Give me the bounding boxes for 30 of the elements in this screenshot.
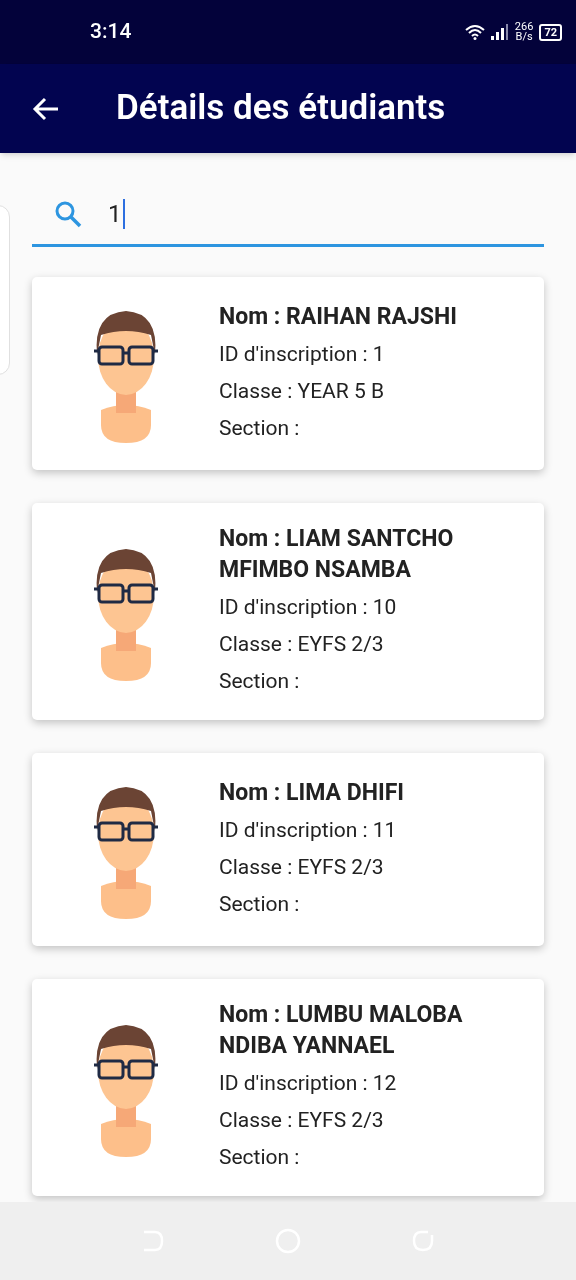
student-class: Classe : EYFS 2/3 xyxy=(219,1107,385,1134)
app-bar-title: Détails des étudiants xyxy=(116,86,446,131)
student-class: Classe : EYFS 2/3 xyxy=(219,853,385,881)
student-id: ID d'inscription : 10 xyxy=(219,594,398,621)
student-card[interactable]: Nom : LIAM SANTCHO MFIMBO NSAMBA ID d'inscription : 10 Classe : EYFS 2/3 Section : xyxy=(32,503,544,720)
student-card[interactable]: Nom : LUMBU MALOBA NDIBA YANNAEL ID d'inscription : 12 Classe : EYFS 2/3 Section : xyxy=(32,979,544,1196)
status-time: 3:14 xyxy=(90,18,132,46)
student-name: Nom : LIAM SANTCHO MFIMBO NSAMBA xyxy=(219,524,455,585)
student-card[interactable]: Nom : RAIHAN RAJSHI ID d'inscription : 1 Classe : YEAR 5 B Section : xyxy=(32,277,544,470)
student-id: ID d'inscription : 1 xyxy=(219,340,386,368)
student-name: Nom : LUMBU MALOBA NDIBA YANNAEL xyxy=(219,1000,464,1061)
student-id: ID d'inscription : 12 xyxy=(219,1070,398,1097)
student-section: Section : xyxy=(219,409,519,447)
search-icon xyxy=(54,199,82,228)
student-card[interactable]: Nom : LIMA DHIFI ID d'inscription : 11 Classe : EYFS 2/3 Section : xyxy=(32,753,544,946)
search-field[interactable]: 1 xyxy=(32,183,544,247)
student-section: Section : xyxy=(219,1139,519,1176)
network-speed: 266 xyxy=(514,22,534,32)
student-section: Section : xyxy=(219,663,519,700)
speed-unit: B/s xyxy=(515,32,533,42)
student-name: Nom : LIMA DHIFI xyxy=(219,777,405,808)
student-section: Section : xyxy=(219,885,519,923)
back-arrow-icon[interactable] xyxy=(32,96,60,121)
signal-icon xyxy=(490,24,509,40)
student-class: Classe : EYFS 2/3 xyxy=(219,631,385,658)
battery-indicator: 72 xyxy=(539,23,562,41)
wifi-icon xyxy=(464,24,485,40)
student-name: Nom : RAIHAN RAJSHI xyxy=(219,301,458,332)
student-class: Classe : YEAR 5 B xyxy=(219,377,385,405)
student-id: ID d'inscription : 11 xyxy=(219,816,398,844)
